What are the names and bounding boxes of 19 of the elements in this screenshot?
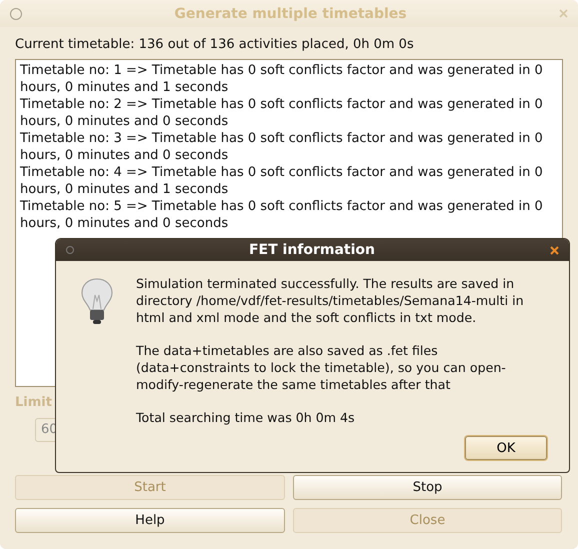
status-text: Current timetable: 136 out of 136 activities placed, 0h 0m 0s xyxy=(15,36,415,54)
message-text: The data+timetables are also saved as .fet files (data+constraints to lock the timetable), so you can open-modify-regenerate the same timetables after that xyxy=(136,342,507,393)
window-title: Generate multiple timetables xyxy=(173,6,408,22)
log-entry: Timetable no: 4 => Timetable has 0 soft conflicts factor and was generated in 0 hours, 0 minutes and 1 seconds xyxy=(20,164,544,198)
window-menu-icon[interactable] xyxy=(10,8,22,20)
message-text: Total searching time was 0h 0m 4s xyxy=(136,409,356,426)
dialog-button[interactable]: Help xyxy=(15,508,285,533)
window-menu-icon[interactable] xyxy=(66,246,74,254)
close-icon[interactable] xyxy=(550,246,559,254)
limit-label: Limit xyxy=(15,395,53,410)
log-entry: Timetable no: 1 => Timetable has 0 soft conflicts factor and was generated in 0 hours, 0 minutes and 1 seconds xyxy=(20,62,544,96)
lightbulb-icon xyxy=(80,277,114,327)
ok-button[interactable]: OK xyxy=(465,436,547,460)
dialog-title: FET information xyxy=(248,242,376,258)
log-entry: Timetable no: 2 => Timetable has 0 soft conflicts factor and was generated in 0 hours, 0 minutes and 0 seconds xyxy=(20,96,544,130)
dialog-button[interactable]: Stop xyxy=(293,475,562,500)
log-entry: Timetable no: 5 => Timetable has 0 soft conflicts factor and was generated in 0 hours, 0 minutes and 0 seconds xyxy=(20,198,544,232)
log-entry: Timetable no: 3 => Timetable has 0 soft conflicts factor and was generated in 0 hours, 0 minutes and 0 seconds xyxy=(20,130,544,164)
message-text: Simulation terminated successfully. The results are saved in directory /home/vdf/fet-results/timetables/Semana14-multi in html and xml mode and the soft conflicts in txt mode. xyxy=(136,275,525,326)
